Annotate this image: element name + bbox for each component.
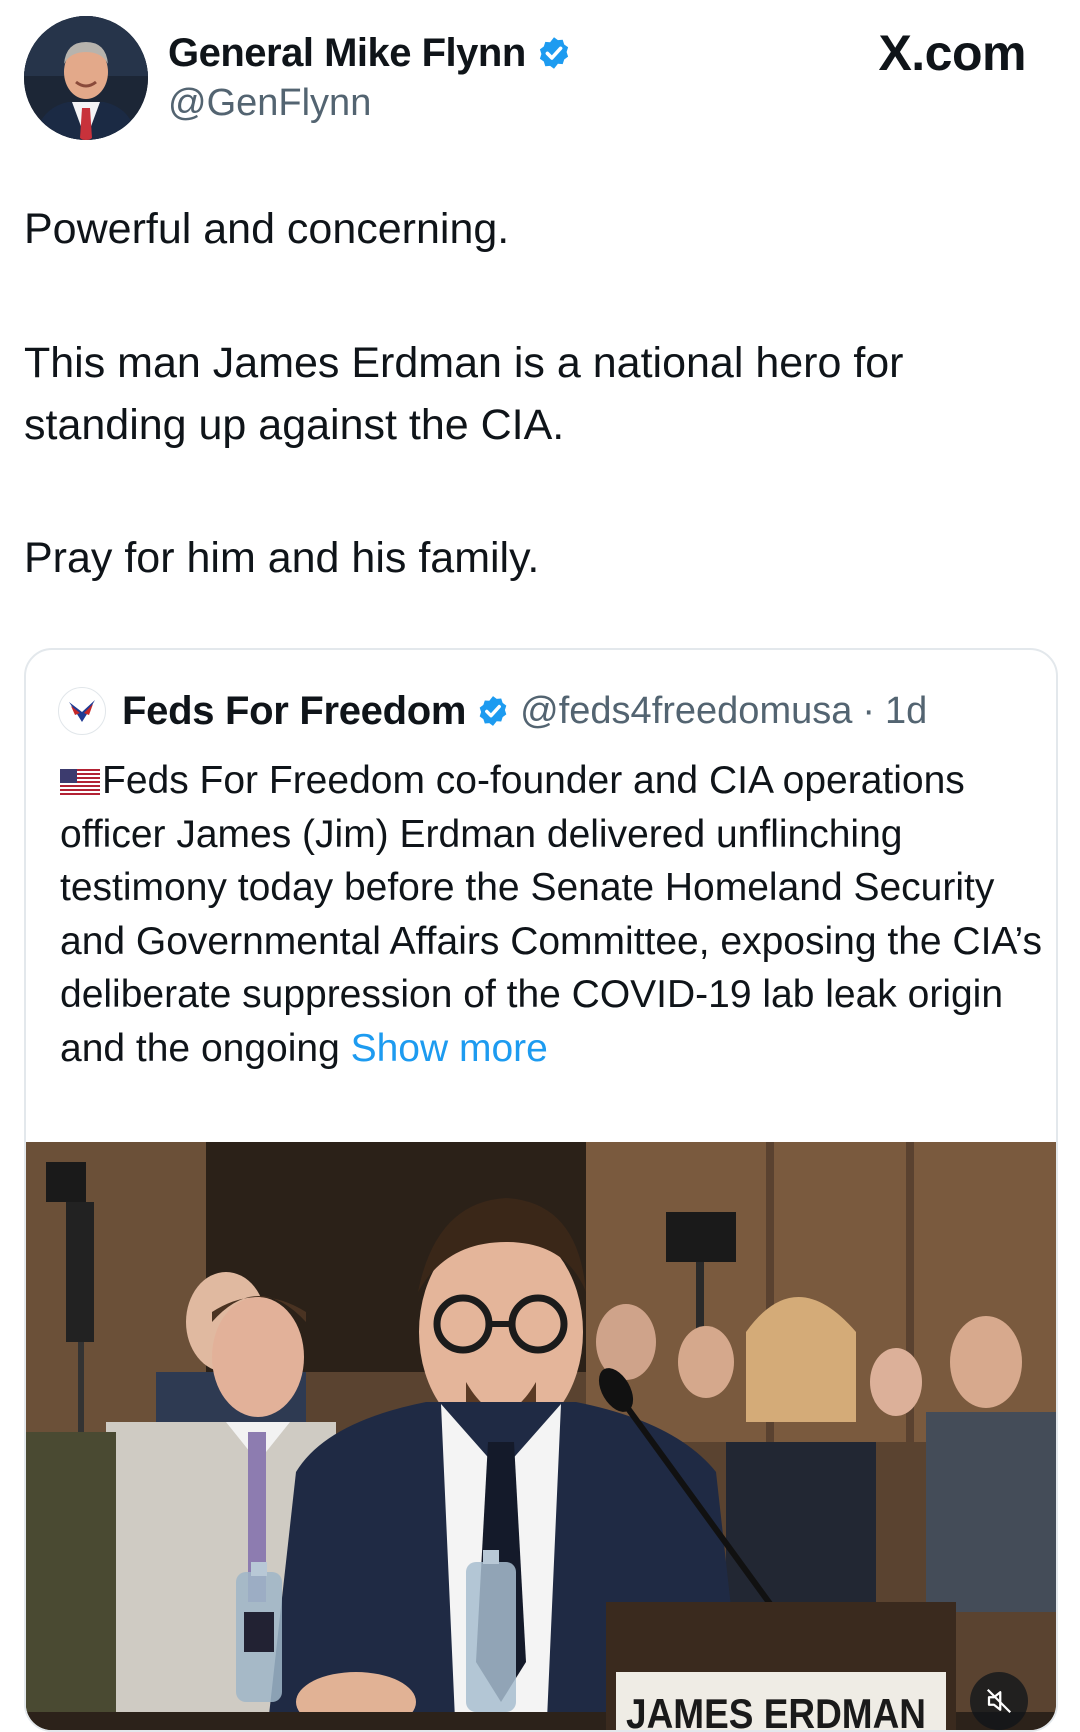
quoted-author-handle[interactable]: @feds4freedomusa — [520, 690, 852, 733]
separator-dot: · — [862, 689, 876, 732]
post-text-line-3: Pray for him and his family. — [24, 534, 540, 582]
author-name[interactable]: General Mike Flynn — [168, 31, 526, 76]
profile-photo — [24, 16, 148, 140]
show-more-link[interactable]: Show more — [351, 1027, 548, 1070]
video-thumbnail[interactable]: JAMES ERDMAN — [26, 1142, 1056, 1732]
verified-badge-icon — [479, 696, 507, 726]
post-text-line-1: Powerful and concerning. — [24, 205, 510, 253]
verified-badge-icon — [539, 37, 568, 69]
muted-speaker-icon[interactable] — [970, 1672, 1028, 1730]
author-avatar[interactable] — [24, 16, 148, 140]
author-name-row: General Mike Flynn — [168, 30, 572, 76]
quoted-post-text: Feds For Freedom co-founder and CIA oper… — [60, 759, 1042, 1070]
quoted-post-card[interactable]: Feds For Freedom @feds4freedomusa · 1d F… — [24, 648, 1058, 1732]
quoted-author-name[interactable]: Feds For Freedom — [122, 689, 466, 734]
hearing-scene-image: JAMES ERDMAN — [26, 1142, 1056, 1732]
post-text-line-2: This man James Erdman is a national hero… — [24, 339, 904, 449]
eagle-logo-icon[interactable] — [58, 687, 106, 735]
quoted-timestamp[interactable]: 1d — [885, 690, 927, 733]
us-flag-icon — [60, 769, 100, 795]
quoted-post-text-block: Feds For Freedom co-founder and CIA oper… — [60, 754, 1050, 1075]
quoted-post-header: Feds For Freedom @feds4freedomusa · 1d — [58, 684, 927, 738]
author-handle[interactable]: @GenFlynn — [168, 82, 371, 125]
site-label: X.com — [878, 25, 1026, 81]
nameplate-text: JAMES ERDMAN — [626, 1690, 926, 1732]
